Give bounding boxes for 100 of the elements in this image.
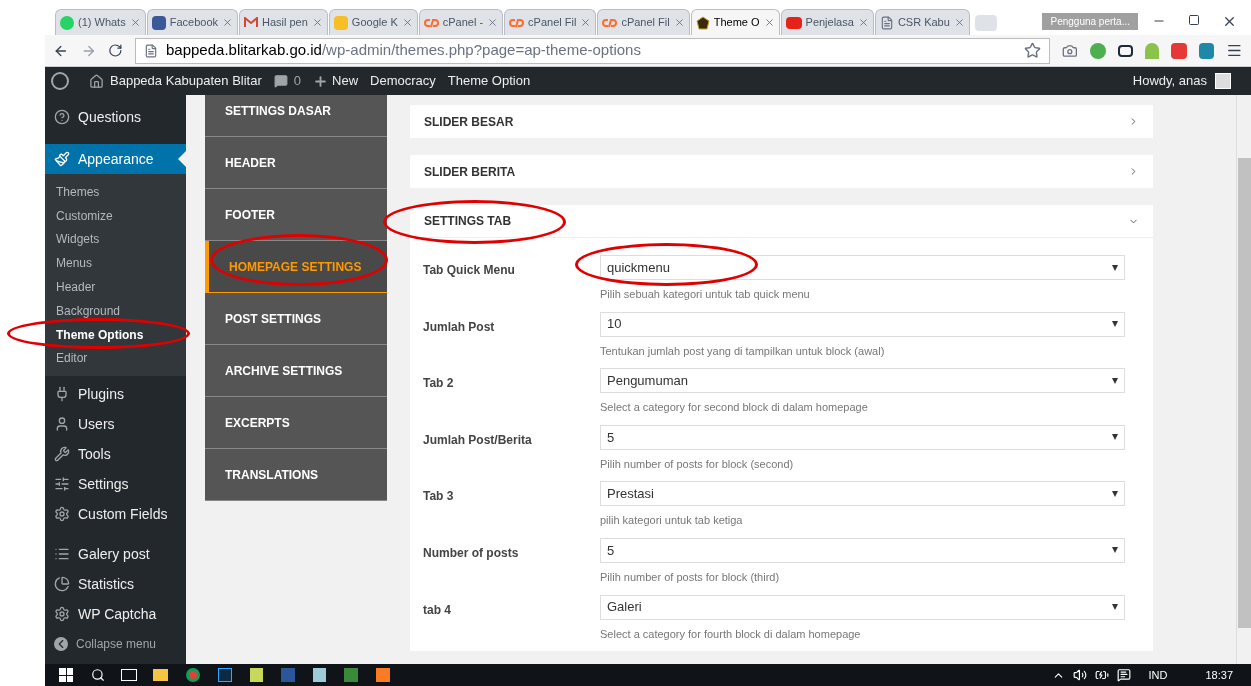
- browser-tab[interactable]: cPanel -: [418, 9, 504, 35]
- browser-tab[interactable]: cPanel Fil: [504, 9, 597, 35]
- windows-logo-icon[interactable]: [59, 668, 73, 682]
- sidebar-item[interactable]: Statistics: [45, 569, 186, 600]
- submenu-item[interactable]: Editor: [45, 346, 186, 371]
- gear-icon: [54, 506, 70, 523]
- browser-tab[interactable]: Google K: [328, 9, 418, 35]
- select-field[interactable]: Pengumuman: [600, 368, 1125, 394]
- field-label: Number of posts: [423, 544, 520, 562]
- submenu-item[interactable]: Background: [45, 299, 186, 323]
- page-icon: [144, 43, 158, 58]
- submenu-item[interactable]: Theme Options: [45, 322, 186, 347]
- submenu-item[interactable]: Header: [45, 275, 186, 299]
- options-nav-item[interactable]: TRANSLATIONS: [205, 449, 387, 501]
- select-field[interactable]: 5: [600, 537, 1125, 563]
- submenu-item[interactable]: Customize: [45, 203, 186, 228]
- section-header[interactable]: SLIDER BERITA: [410, 155, 1153, 188]
- sidebar-item[interactable]: Appearance: [45, 144, 186, 174]
- restore-icon[interactable]: [1188, 14, 1200, 26]
- dropdown-arrow-icon: [1112, 547, 1118, 554]
- browser-tab[interactable]: Theme O: [690, 9, 780, 35]
- new-link[interactable]: New: [313, 71, 359, 91]
- dropdown-arrow-icon: [1112, 377, 1118, 384]
- envelope-m-icon: [244, 17, 258, 28]
- wrench-icon: [54, 446, 70, 463]
- options-nav-item[interactable]: HOMEPAGE SETTINGS: [205, 241, 387, 293]
- options-nav-item[interactable]: EXCERPTS: [205, 397, 387, 449]
- close-icon[interactable]: [1222, 14, 1237, 29]
- cpanel-logo-icon: [423, 17, 439, 28]
- comments-link[interactable]: 0: [273, 71, 302, 91]
- star-icon[interactable]: [1024, 42, 1042, 59]
- sidebar-item[interactable]: WP Captcha: [45, 599, 186, 630]
- site-name-link[interactable]: Bappeda Kabupaten Blitar: [89, 71, 262, 91]
- section-header[interactable]: SETTINGS TAB: [410, 205, 1153, 238]
- chrome-icon[interactable]: [186, 668, 200, 682]
- sidebar-item[interactable]: Users: [45, 409, 186, 440]
- collapse-menu-button[interactable]: Collapse menu: [45, 629, 186, 660]
- tab-title: cPanel Fil: [621, 15, 670, 31]
- browser-tab[interactable]: (1) Whats: [55, 9, 146, 35]
- section-header[interactable]: SLIDER BESAR: [410, 105, 1153, 138]
- admin-bar-link[interactable]: Democracy: [370, 71, 436, 91]
- field-help-text: Tentukan jumlah post yang di tampilkan untuk block (awal): [600, 343, 886, 359]
- field-help-text: Select a category for fourth block di dalam homepage: [600, 626, 862, 642]
- task-view-icon[interactable]: [121, 669, 137, 681]
- tab-title: cPanel -: [442, 15, 484, 31]
- select-field[interactable]: Prestasi: [600, 481, 1125, 507]
- field-help-text: Pilih sebuah kategori untuk tab quick menu: [600, 287, 811, 302]
- select-field[interactable]: quickmenu: [600, 255, 1125, 280]
- sidebar-item[interactable]: Galery post: [45, 539, 186, 570]
- admin-bar-link[interactable]: Theme Option: [447, 71, 531, 91]
- address-field[interactable]: bappeda.blitarkab.go.id/wp-admin/themes.php?page=ap-theme-options: [135, 37, 1051, 64]
- browser-tab[interactable]: Facebook: [146, 9, 238, 35]
- sidebar-item[interactable]: Settings: [45, 469, 186, 500]
- sidebar-item[interactable]: Tools: [45, 439, 186, 470]
- field-label: Tab 2: [423, 375, 455, 393]
- options-nav-item[interactable]: POST SETTINGS: [205, 293, 387, 345]
- cpanel-logo-icon: [602, 17, 618, 28]
- browser-tab[interactable]: Hasil pen: [239, 9, 328, 35]
- select-field[interactable]: Galeri: [600, 594, 1125, 620]
- submenu-item[interactable]: Themes: [45, 180, 186, 204]
- home-icon: [89, 73, 104, 89]
- howdy-link[interactable]: Howdy, anas: [1132, 71, 1207, 91]
- pie-chart-icon: [54, 576, 70, 593]
- scrollbar[interactable]: [1236, 95, 1251, 664]
- sidebar-item[interactable]: Questions: [45, 102, 186, 132]
- submenu-item[interactable]: Menus: [45, 251, 186, 276]
- cast-icon[interactable]: [1117, 44, 1134, 57]
- notification-icon[interactable]: [1116, 668, 1131, 682]
- shield-emblem-icon: [695, 15, 710, 30]
- tab-title: Google K: [351, 15, 398, 31]
- dropdown-arrow-icon: [1112, 604, 1118, 611]
- battery-icon[interactable]: [1094, 668, 1109, 682]
- speaker-icon[interactable]: [1072, 668, 1087, 682]
- field-help-text: Pilih number of posts for block (third): [600, 569, 781, 585]
- options-nav-item[interactable]: HEADER: [205, 137, 387, 189]
- gear-icon: [54, 606, 70, 623]
- camera-icon[interactable]: [1062, 42, 1078, 59]
- options-nav-item[interactable]: ARCHIVE SETTINGS: [205, 345, 387, 397]
- dropdown-arrow-icon: [1112, 490, 1118, 497]
- plus-icon: [313, 73, 329, 89]
- url-path: /wp-admin/themes.php?page=ap-theme-options: [321, 40, 641, 61]
- language-indicator[interactable]: IND: [1148, 666, 1168, 684]
- browser-tab[interactable]: CSR Kabu: [874, 9, 970, 35]
- sliders-icon: [54, 476, 70, 493]
- tab-title: Theme O: [713, 15, 760, 31]
- browser-tab[interactable]: cPanel Fil: [597, 9, 690, 35]
- sidebar-item[interactable]: Custom Fields: [45, 499, 186, 530]
- search-icon[interactable]: [91, 668, 105, 682]
- reload-icon[interactable]: [108, 43, 123, 58]
- sidebar-item[interactable]: Plugins: [45, 379, 186, 410]
- browser-tab[interactable]: Penjelasa: [780, 9, 874, 35]
- dropdown-arrow-icon: [1112, 434, 1118, 441]
- select-field[interactable]: 5: [600, 424, 1125, 450]
- menu-icon[interactable]: [1226, 42, 1243, 59]
- submenu-item[interactable]: Widgets: [45, 227, 186, 252]
- options-nav-item[interactable]: SETTINGS DASAR: [205, 95, 387, 137]
- scrollbar-thumb[interactable]: [1237, 158, 1251, 628]
- tab-title: CSR Kabu: [897, 15, 950, 31]
- clock[interactable]: 18:37: [1205, 666, 1233, 684]
- select-field[interactable]: 10: [600, 311, 1125, 337]
